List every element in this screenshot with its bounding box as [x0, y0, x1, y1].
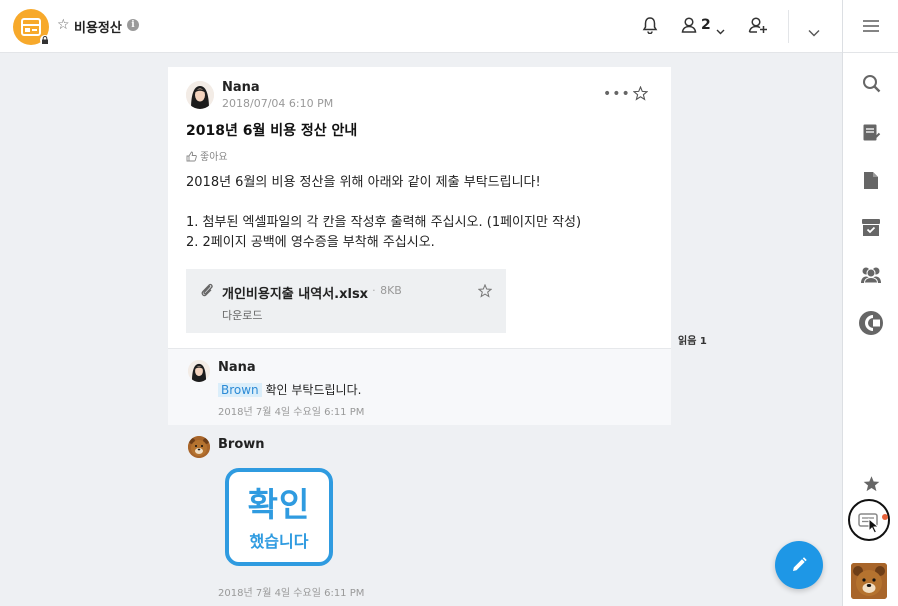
- member-count[interactable]: 2: [701, 17, 711, 33]
- pencil-icon: [793, 557, 807, 571]
- file-icon[interactable]: [843, 166, 898, 194]
- task-icon[interactable]: [843, 118, 898, 146]
- avatar[interactable]: [186, 81, 214, 109]
- my-avatar[interactable]: [851, 563, 887, 599]
- avatar[interactable]: [188, 436, 210, 458]
- attachment-name[interactable]: 개인비용지출 내역서.xlsx: [222, 283, 368, 302]
- lock-icon: [40, 35, 50, 45]
- post-body-line: 2. 2페이지 공백에 영수증을 부착해 주십시오.: [186, 235, 435, 250]
- calendar-icon[interactable]: [843, 309, 898, 337]
- divider: [843, 52, 898, 53]
- archive-icon[interactable]: [843, 213, 898, 241]
- favorite-star-icon[interactable]: ☆: [57, 17, 70, 33]
- comment-date: 2018년 7월 4일 수요일 6:11 PM: [218, 407, 365, 418]
- comment-author[interactable]: Nana: [218, 360, 256, 375]
- avatar[interactable]: [188, 360, 210, 382]
- info-icon[interactable]: i: [127, 19, 139, 31]
- star-icon[interactable]: [632, 85, 649, 105]
- comment-author[interactable]: Brown: [218, 437, 265, 452]
- comment-date: 2018년 7월 4일 수요일 6:11 PM: [218, 588, 365, 599]
- comment: Nana Brown 확인 부탁드립니다. 2018년 7월 4일 수요일 6:…: [168, 348, 671, 425]
- chevron-down-icon[interactable]: [716, 20, 725, 39]
- notification-dot: [882, 514, 888, 520]
- chevron-down-icon[interactable]: [808, 22, 820, 41]
- thumbs-up-icon[interactable]: [186, 147, 197, 166]
- read-count[interactable]: 읽음 1: [678, 332, 707, 347]
- compose-button[interactable]: [775, 541, 823, 589]
- member-icon[interactable]: [680, 16, 698, 38]
- bell-icon[interactable]: [641, 16, 659, 38]
- room-title: 비용정산: [74, 21, 122, 36]
- post-date: 2018/07/04 6:10 PM: [222, 97, 334, 110]
- separator: ·: [372, 284, 376, 297]
- comment-text: Brown 확인 부탁드립니다.: [218, 381, 361, 398]
- add-member-icon[interactable]: [748, 16, 768, 38]
- post-body-line: 2018년 6월의 비용 정산을 위해 아래와 같이 제출 부탁드립니다!: [186, 175, 541, 190]
- post-title: 2018년 6월 비용 정산 안내: [186, 123, 358, 139]
- attachment-size: 8KB: [380, 284, 402, 297]
- post-body-line: 1. 첨부된 엑셀파일의 각 칸을 작성후 출력해 주십시오. (1페이지만 작…: [186, 215, 582, 230]
- like-label[interactable]: 좋아요: [200, 148, 228, 163]
- star-icon[interactable]: [477, 283, 493, 302]
- search-icon[interactable]: [843, 69, 898, 97]
- top-bar: ☆ 비용정산 i 2: [0, 0, 842, 53]
- menu-icon[interactable]: [843, 12, 898, 40]
- download-link[interactable]: 다운로드: [222, 307, 262, 323]
- divider: [788, 10, 789, 43]
- mouse-cursor-icon: [868, 517, 880, 538]
- sticker-text: 확인: [247, 485, 311, 524]
- sticker-subtext: 했습니다: [249, 532, 309, 551]
- post-author[interactable]: Nana: [222, 80, 260, 95]
- more-options-icon[interactable]: •••: [603, 86, 631, 102]
- comment-message: 확인 부탁드립니다.: [265, 383, 362, 397]
- sticker-image: 확인 했습니다: [225, 468, 333, 566]
- attachment-card[interactable]: 개인비용지출 내역서.xlsx · 8KB 다운로드: [186, 269, 506, 333]
- mention-tag[interactable]: Brown: [218, 383, 262, 397]
- star-icon[interactable]: [843, 470, 898, 498]
- paperclip-icon: [200, 282, 214, 302]
- members-icon[interactable]: [843, 261, 898, 289]
